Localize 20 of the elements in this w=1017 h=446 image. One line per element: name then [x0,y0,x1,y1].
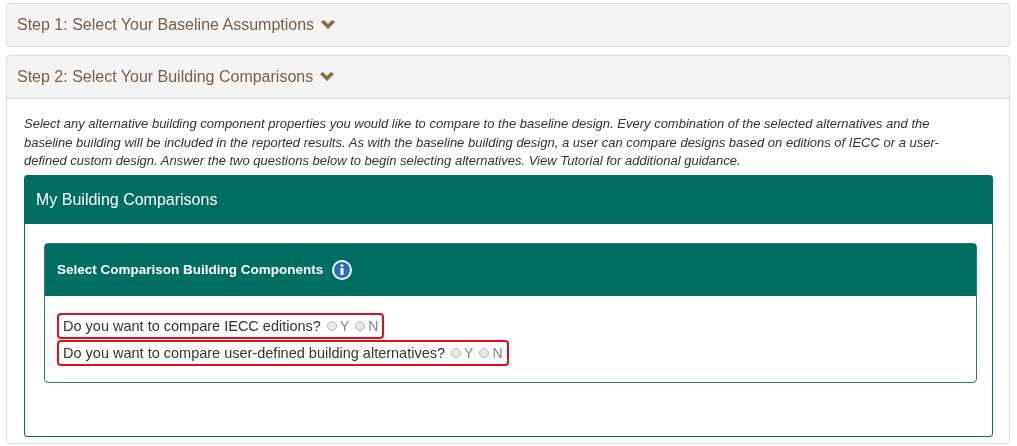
question-text: Do you want to compare user-defined building alternatives? [63,344,446,361]
subpanel-title: Select Comparison Building Components [57,262,324,277]
panel-title: My Building Comparisons [36,190,218,209]
step-title: Step 2: Select Your Building Comparisons [17,68,314,86]
chevron-icon [319,71,336,83]
radio-label[interactable]: N [368,317,379,334]
radio-label[interactable]: Y [339,317,350,334]
radio-label[interactable]: Y [464,344,474,361]
step-header[interactable]: Step 1: Select Your Baseline Assumptions [6,3,1010,47]
radio-button[interactable] [451,347,462,358]
info-icon[interactable] [331,258,354,281]
intro-paragraph: Select any alternative building component properties you would like to compare to the baseline design. Every combination of the selected alternatives and the baseline building will be included in the reported results. As with the baseline building design, a user can compare designs based on editions of IECC or a user-defined custom design. Answer the two questions below to begin selecting alternatives. View Tutorial for additional guidance. [24,115,940,170]
question-text: Do you want to compare IECC editions? [63,317,321,334]
radio-button[interactable] [355,320,366,331]
chevron-icon [320,19,337,31]
step-header[interactable]: Step 2: Select Your Building Comparisons [7,56,1009,99]
radio-button[interactable] [479,347,490,358]
radio-button[interactable] [326,320,337,331]
step-title: Step 1: Select Your Baseline Assumptions [17,16,315,34]
radio-label[interactable]: N [492,344,503,361]
